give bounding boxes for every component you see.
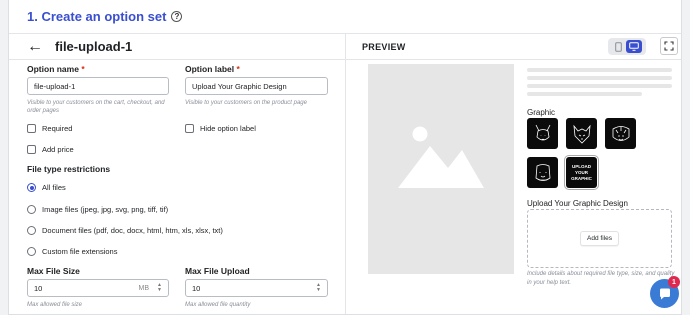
graphic-label: Graphic <box>527 108 556 117</box>
max-file-size-label: Max File Size <box>27 266 80 276</box>
max-file-size-help: Max allowed file size <box>27 302 83 308</box>
checkbox-box[interactable] <box>185 124 194 133</box>
radio-unselected[interactable] <box>27 226 36 235</box>
page-title: 1. Create an option set <box>27 9 167 24</box>
radio-unselected[interactable] <box>27 205 36 214</box>
max-file-size-input[interactable]: 10 MB ▲ ▼ <box>27 279 169 297</box>
skeleton-line <box>527 92 642 96</box>
skeleton-line <box>527 68 672 72</box>
device-toggle[interactable] <box>608 38 646 55</box>
file-type-option-label: All files <box>42 183 66 192</box>
preview-header: PREVIEW <box>346 34 681 60</box>
mobile-icon[interactable] <box>610 40 626 53</box>
upload-title: Upload Your Graphic Design <box>527 199 628 208</box>
panel-header: ← file-upload-1 <box>9 34 345 60</box>
file-type-option-all[interactable]: All files <box>27 183 66 192</box>
skeleton-line <box>527 76 672 80</box>
file-type-option-image[interactable]: Image files (jpeg, jpg, svg, png, tiff, … <box>27 205 168 214</box>
stepper-arrows-icon[interactable]: ▲ ▼ <box>316 283 321 293</box>
max-file-size-value: 10 <box>34 283 43 293</box>
option-editor-panel: ← file-upload-1 Option name * file-uploa… <box>9 34 346 314</box>
file-type-option-label: Image files (jpeg, jpg, svg, png, tiff, … <box>42 205 169 214</box>
max-file-upload-field: Max File Upload 10 ▲ ▼ Max allowed file q… <box>185 266 328 309</box>
back-arrow-icon[interactable]: ← <box>27 38 43 55</box>
option-label-input[interactable]: Upload Your Graphic Design <box>185 77 328 95</box>
dog-icon <box>535 124 550 140</box>
max-file-upload-input[interactable]: 10 ▲ ▼ <box>185 279 328 297</box>
file-type-option-document[interactable]: Document files (pdf, doc, docx, html, ht… <box>27 226 223 235</box>
required-checkbox-label: Required <box>42 124 73 133</box>
graphic-thumb-wolf[interactable] <box>566 118 597 149</box>
file-type-option-label: Document files (pdf, doc, docx, html, ht… <box>42 226 223 235</box>
chat-notification-badge: 1 <box>668 276 680 288</box>
file-type-option-label: Custom file extensions <box>42 247 118 256</box>
max-file-upload-help: Max allowed file quantity <box>185 302 251 308</box>
option-name-input[interactable]: file-upload-1 <box>27 77 169 95</box>
page: 1. Create an option set ? ← file-upload-… <box>8 0 682 315</box>
add-price-checkbox-label: Add price <box>42 145 74 154</box>
checkbox-box[interactable] <box>27 124 36 133</box>
panel-title: file-upload-1 <box>55 39 133 54</box>
checkbox-box[interactable] <box>27 145 36 154</box>
upload-graphic-thumb-text: UPLOAD YOUR GRAPHIC <box>571 163 592 181</box>
image-placeholder-icon <box>398 126 484 188</box>
product-image-placeholder <box>368 64 514 274</box>
file-type-option-custom[interactable]: Custom file extensions <box>27 247 117 256</box>
help-icon[interactable]: ? <box>171 11 183 22</box>
skeleton-line <box>527 84 672 88</box>
graphic-thumb-tiger[interactable] <box>605 118 636 149</box>
chat-icon <box>659 288 670 299</box>
option-name-label: Option name <box>27 64 79 74</box>
option-label-help: Visible to your customers on the product… <box>185 100 307 106</box>
required-marker: * <box>81 64 85 74</box>
add-price-checkbox[interactable]: Add price <box>27 145 74 154</box>
option-label-label: Option label <box>185 64 235 74</box>
add-files-button[interactable]: Add files <box>580 231 619 246</box>
file-dropzone[interactable]: Add files <box>527 209 672 268</box>
tiger-icon <box>612 125 629 141</box>
max-file-size-unit: MB <box>138 284 150 292</box>
graphic-thumb-dog[interactable] <box>527 118 558 149</box>
hide-label-checkbox-label: Hide option label <box>200 124 256 133</box>
preview-title: PREVIEW <box>362 41 406 52</box>
wolf-icon <box>572 124 591 144</box>
preview-panel: PREVIEW Graphic UPLOAD YOUR GRAPHIC Uplo… <box>346 34 681 314</box>
max-file-size-field: Max File Size 10 MB ▲ ▼ Max allowed file … <box>27 266 169 309</box>
max-file-upload-label: Max File Upload <box>185 266 250 276</box>
pug-icon <box>535 163 550 181</box>
radio-unselected[interactable] <box>27 247 36 256</box>
option-name-field: Option name * file-upload-1 Visible to y… <box>27 64 169 115</box>
expand-icon[interactable] <box>660 37 678 55</box>
top-header: 1. Create an option set ? <box>9 0 681 34</box>
graphic-thumb-upload[interactable]: UPLOAD YOUR GRAPHIC <box>564 155 599 190</box>
graphic-thumb-pug[interactable] <box>527 157 558 188</box>
desktop-icon[interactable] <box>626 40 642 53</box>
required-marker: * <box>236 64 240 74</box>
option-label-field: Option label * Upload Your Graphic Desig… <box>185 64 328 107</box>
option-name-help: Visible to your customers on the cart, c… <box>27 100 165 114</box>
file-type-title: File type restrictions <box>27 164 111 174</box>
stepper-arrows-icon[interactable]: ▲ ▼ <box>157 283 162 293</box>
radio-selected[interactable] <box>27 183 36 192</box>
hide-label-checkbox[interactable]: Hide option label <box>185 124 256 133</box>
max-file-upload-value: 10 <box>192 283 201 293</box>
required-checkbox[interactable]: Required <box>27 124 72 133</box>
